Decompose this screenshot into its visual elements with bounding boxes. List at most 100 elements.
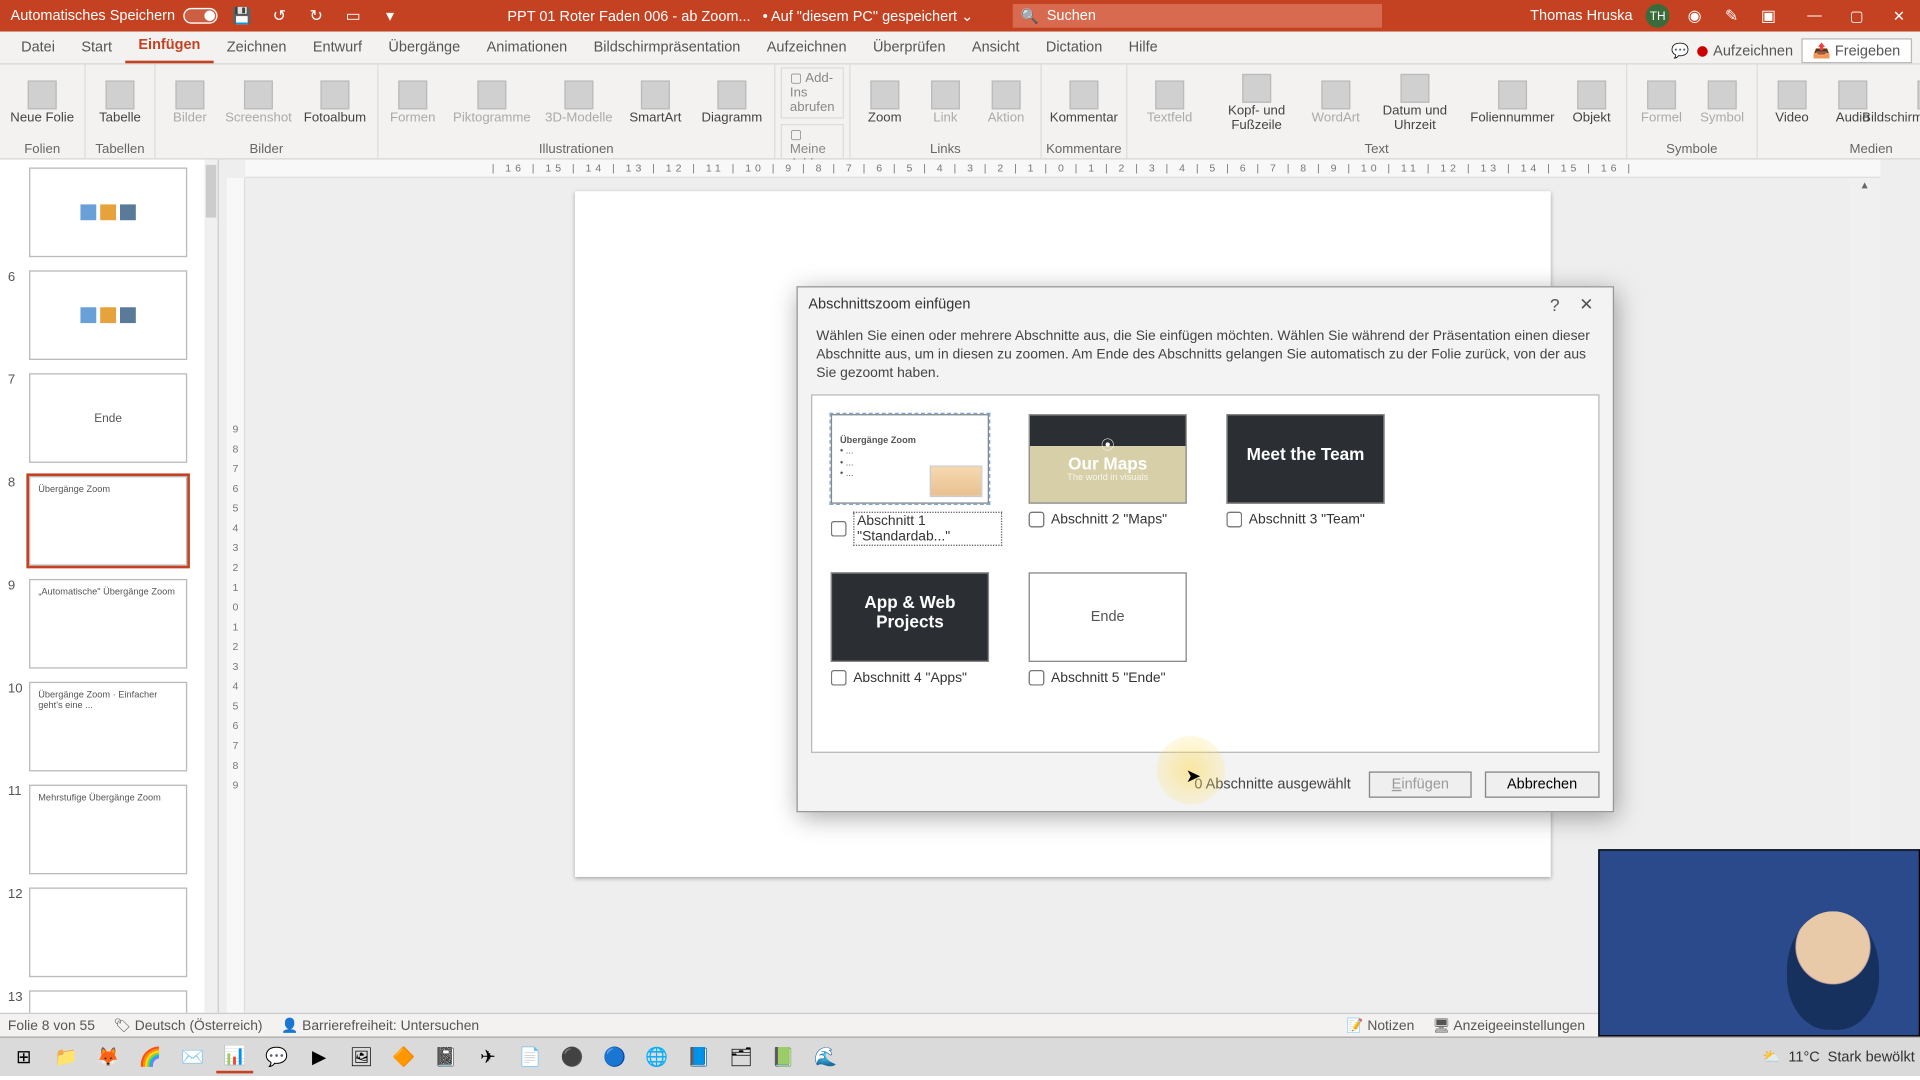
start-button[interactable]: ⊞	[5, 1041, 42, 1073]
app7-icon[interactable]: 🗂	[723, 1041, 760, 1073]
ribbon-tabelle[interactable]: Tabelle	[91, 81, 149, 126]
ribbon-foliennummer[interactable]: Foliennummer	[1465, 81, 1560, 126]
firefox-icon[interactable]: 🦊	[90, 1041, 127, 1073]
dialog-help-button[interactable]: ?	[1539, 289, 1571, 321]
app2-icon[interactable]: ✎	[1720, 4, 1744, 28]
comments-icon[interactable]: 💬	[1671, 42, 1689, 59]
ribbon-kommentar[interactable]: Kommentar	[1047, 81, 1121, 126]
autosave-toggle[interactable]	[183, 8, 217, 24]
app6-icon[interactable]: 🌐	[638, 1041, 675, 1073]
section-option[interactable]: EndeAbschnitt 5 "Ende"	[1029, 572, 1200, 685]
ribbon-bildschirmaufzeichnung[interactable]: Bildschirmaufzeichnung	[1884, 81, 1920, 126]
language-status[interactable]: 🏷 Deutsch (Österreich)	[113, 1017, 262, 1034]
slide-thumb[interactable]: 10Übergänge Zoom · Einfacher geht's eine…	[29, 682, 218, 772]
share-button[interactable]: 📤 Freigeben	[1801, 38, 1912, 63]
tab-hilfe[interactable]: Hilfe	[1115, 33, 1170, 63]
notes-button[interactable]: 📝 Notizen	[1346, 1017, 1414, 1034]
ribbon-diagramm[interactable]: Diagramm	[695, 81, 769, 126]
ribbon-objekt[interactable]: Objekt	[1563, 81, 1621, 126]
tab-bildschirm[interactable]: Bildschirmpräsentation	[580, 33, 753, 63]
app1-icon[interactable]: ◉	[1683, 4, 1707, 28]
more-icon[interactable]: ▾	[378, 4, 402, 28]
ribbon-neue-folie[interactable]: Neue Folie	[5, 81, 79, 126]
slide-thumb[interactable]: 8Übergänge Zoom	[29, 476, 218, 566]
section-zoom-dialog: Abschnittszoom einfügen ? ✕ Wählen Sie e…	[796, 286, 1614, 812]
thumb-scrollbar[interactable]: ▾	[204, 160, 217, 1037]
tab-uebergaenge[interactable]: Übergänge	[375, 33, 473, 63]
slide-thumb[interactable]: 11Mehrstufige Übergänge Zoom	[29, 785, 218, 875]
window-maximize-icon[interactable]: ▢	[1836, 0, 1878, 32]
tab-aufzeichnen[interactable]: Aufzeichnen	[754, 33, 860, 63]
section-checkbox[interactable]: Abschnitt 1 "Standardab..."	[831, 511, 1002, 545]
user-avatar[interactable]: TH	[1646, 4, 1670, 28]
edge-icon[interactable]: 🌊	[807, 1041, 844, 1073]
slide-thumb[interactable]: 7Ende	[29, 373, 218, 463]
app3-icon[interactable]: 🔶	[385, 1041, 422, 1073]
app2-icon[interactable]: 🖼	[343, 1041, 380, 1073]
word-icon[interactable]: 📘	[680, 1041, 717, 1073]
telegram-icon[interactable]: ✈	[469, 1041, 506, 1073]
app5-icon[interactable]: 🔵	[596, 1041, 633, 1073]
vlc-icon[interactable]: ▶	[301, 1041, 338, 1073]
ribbon-icon	[870, 81, 899, 110]
outlook-icon[interactable]: ✉️	[174, 1041, 211, 1073]
chrome-icon[interactable]: 🌈	[132, 1041, 169, 1073]
accessibility-status[interactable]: 👤 Barrierefreiheit: Untersuchen	[281, 1017, 479, 1034]
app3-icon[interactable]: ▣	[1757, 4, 1781, 28]
powerpoint-icon[interactable]: 📊	[216, 1041, 253, 1073]
ribbon-smartart[interactable]: SmartArt	[618, 81, 692, 126]
section-option[interactable]: App & Web Projects Abschnitt 4 "Apps"	[831, 572, 1002, 685]
group-label: Kommentare	[1042, 142, 1126, 158]
section-checkbox[interactable]: Abschnitt 3 "Team"	[1226, 511, 1397, 527]
tab-dictation[interactable]: Dictation	[1033, 33, 1116, 63]
explorer-icon[interactable]: 📁	[47, 1041, 84, 1073]
tab-start[interactable]: Start	[68, 33, 125, 63]
slide-thumb[interactable]	[29, 167, 218, 257]
onenote-icon[interactable]: 📓	[427, 1041, 464, 1073]
ribbon-tabs: Datei Start Einfügen Zeichnen Entwurf Üb…	[0, 32, 1920, 65]
window-minimize-icon[interactable]: —	[1793, 0, 1835, 32]
present-icon[interactable]: ▭	[341, 4, 365, 28]
section-checkbox[interactable]: Abschnitt 5 "Ende"	[1029, 669, 1200, 685]
tab-entwurf[interactable]: Entwurf	[300, 33, 376, 63]
tab-ueberpruefen[interactable]: Überprüfen	[860, 33, 959, 63]
tab-zeichnen[interactable]: Zeichnen	[214, 33, 300, 63]
section-option[interactable]: Übergänge Zoom• ...• ...• ...Abschnitt 1…	[831, 413, 1002, 545]
ribbon-video[interactable]: Video	[1763, 81, 1821, 126]
ribbon: Neue FolieFolienTabelleTabellenBilderScr…	[0, 65, 1920, 160]
weather-widget[interactable]: ⛅ 11°C Stark bewölkt	[1762, 1048, 1914, 1065]
section-option[interactable]: Meet the Team Abschnitt 3 "Team"	[1226, 413, 1397, 545]
app4-icon[interactable]: 📄	[512, 1041, 549, 1073]
save-icon[interactable]: 💾	[230, 4, 254, 28]
addin-item[interactable]: ▢ Add-Ins abrufen	[781, 67, 844, 118]
section-checkbox[interactable]: Abschnitt 2 "Maps"	[1029, 511, 1200, 527]
ribbon-fotoalbum[interactable]: Fotoalbum	[298, 81, 372, 126]
dialog-close-button[interactable]: ✕	[1571, 289, 1603, 321]
undo-icon[interactable]: ↺	[267, 4, 291, 28]
window-close-icon[interactable]: ✕	[1878, 0, 1920, 32]
section-checkbox[interactable]: Abschnitt 4 "Apps"	[831, 669, 1002, 685]
slide-thumb[interactable]: 9„Automatische" Übergänge Zoom	[29, 579, 218, 669]
search-input[interactable]: 🔍 Suchen	[1013, 4, 1382, 28]
slide-thumb[interactable]: 6	[29, 270, 218, 360]
tab-ansicht[interactable]: Ansicht	[959, 33, 1033, 63]
scroll-up-icon[interactable]: ▴	[1849, 178, 1881, 196]
display-settings-button[interactable]: 🖥 Anzeigeeinstellungen	[1433, 1017, 1585, 1034]
app-icon[interactable]: 💬	[258, 1041, 295, 1073]
record-button[interactable]: Aufzeichnen	[1697, 43, 1793, 59]
tab-animationen[interactable]: Animationen	[473, 33, 580, 63]
ribbon-kopf-und-fu-zeile[interactable]: Kopf- und Fußzeile	[1209, 74, 1304, 133]
obs-icon[interactable]: ⚫	[554, 1041, 591, 1073]
doc-dropdown-icon[interactable]: ⌄	[961, 9, 973, 25]
thumbnail-pane[interactable]: 6 7Ende 8Übergänge Zoom 9„Automatische" Übe…	[0, 160, 219, 1037]
redo-icon[interactable]: ↻	[304, 4, 328, 28]
tab-einfuegen[interactable]: Einfügen	[125, 30, 213, 63]
excel-icon[interactable]: 📗	[765, 1041, 802, 1073]
insert-button[interactable]: Einfügen	[1369, 771, 1471, 797]
section-option[interactable]: ⦿Our MapsThe world in visualsAbschnitt 2…	[1029, 413, 1200, 545]
cancel-button[interactable]: Abbrechen	[1485, 771, 1600, 797]
tab-datei[interactable]: Datei	[8, 33, 68, 63]
slide-thumb[interactable]: 12	[29, 887, 218, 977]
ribbon-datum-und-uhrzeit[interactable]: Datum und Uhrzeit	[1367, 74, 1462, 133]
ribbon-zoom[interactable]: Zoom	[856, 81, 914, 126]
